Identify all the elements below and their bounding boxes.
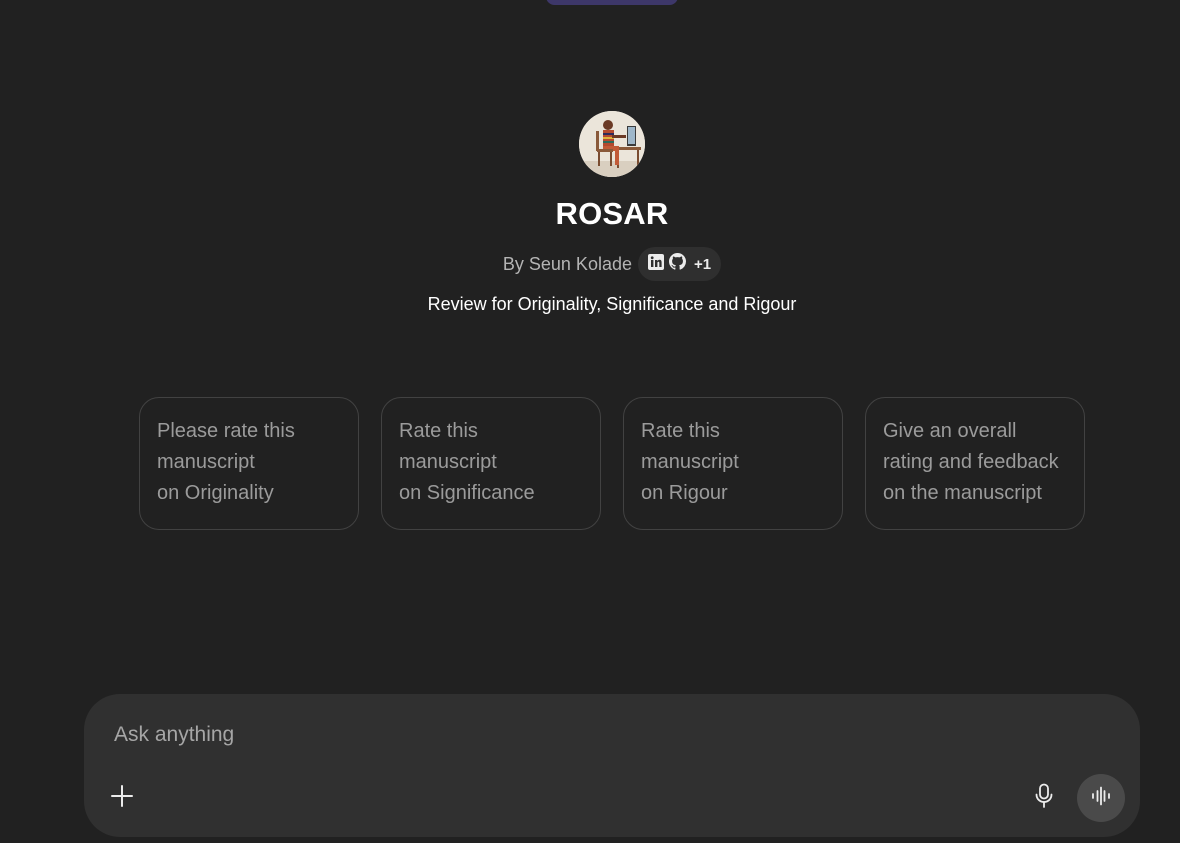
- gpt-landing-page: ROSAR By Seun Kolade +1 Review for Origi…: [0, 0, 1180, 843]
- starter-card-originality[interactable]: Please rate this manuscript on Originali…: [139, 397, 359, 530]
- gpt-title: ROSAR: [555, 196, 669, 231]
- starter-card-significance[interactable]: Rate this manuscript on Significance: [381, 397, 601, 530]
- starter-card-overall[interactable]: Give an overall rating and feedback on t…: [865, 397, 1085, 530]
- linkedin-icon[interactable]: [647, 253, 664, 275]
- conversation-starters: Please rate this manuscript on Originali…: [139, 397, 1085, 530]
- message-input[interactable]: [112, 716, 1016, 754]
- social-links[interactable]: +1: [637, 247, 722, 281]
- byline: By Seun Kolade +1: [0, 247, 1180, 281]
- dictate-button[interactable]: [1028, 782, 1060, 814]
- voice-mode-icon: [1090, 786, 1112, 811]
- starter-card-rigour[interactable]: Rate this manuscript on Rigour: [623, 397, 843, 530]
- microphone-icon: [1034, 783, 1054, 814]
- gpt-avatar: [579, 111, 645, 177]
- plus-icon: [111, 784, 133, 812]
- gpt-description: Review for Originality, Significance and…: [427, 294, 797, 314]
- message-composer: [84, 694, 1140, 837]
- top-pill-button[interactable]: [546, 0, 678, 5]
- github-icon[interactable]: [668, 253, 686, 275]
- attach-button[interactable]: [106, 782, 138, 814]
- social-more-count: +1: [693, 255, 712, 273]
- author-name: By Seun Kolade: [502, 253, 632, 274]
- voice-mode-button[interactable]: [1077, 774, 1125, 822]
